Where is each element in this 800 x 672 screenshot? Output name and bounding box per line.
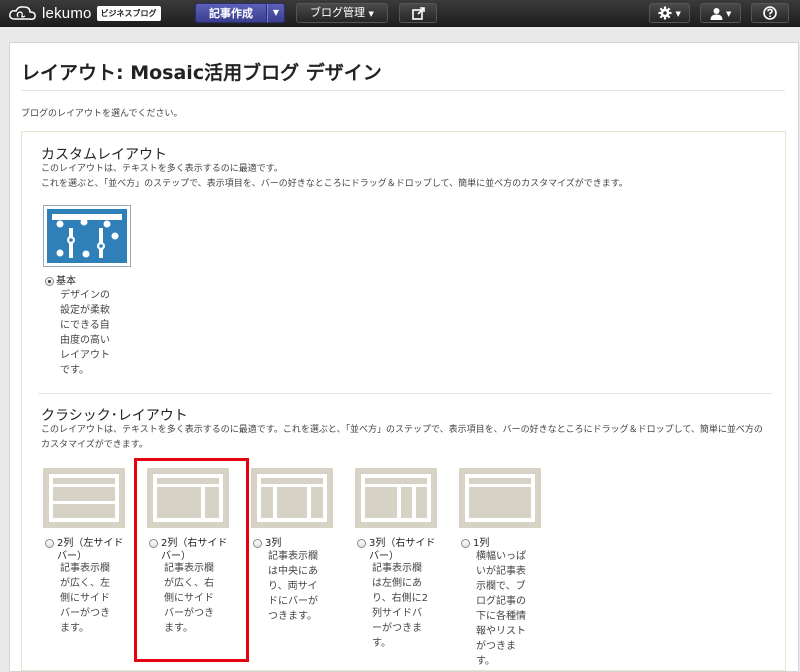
classic-layout-description: このレイアウトは、テキストを多く表示するのに最適です。これを選ぶと、「並べ方」の…	[41, 425, 763, 450]
layout-desc-3col-right: 記事表示欄は左側にあり、右側に2列サイドバーがつきます。	[372, 563, 428, 649]
layout-radio-1col[interactable]	[461, 539, 470, 548]
title-divider	[21, 90, 785, 91]
layout-radio-basic[interactable]	[45, 277, 54, 286]
classic-layout-heading: クラシック･レイアウト	[41, 408, 188, 424]
custom-layout-description: このレイアウトは、テキストを多く表示するのに最適です。 これを選ぶと、「並べ方」…	[41, 162, 781, 192]
layout-desc-2col-left: 記事表示欄が広く、左側にサイドバーがつきます。	[60, 563, 110, 634]
puzzle-layout-icon	[47, 209, 127, 263]
logo-text: lekumo	[42, 4, 92, 22]
layout-3col-right-icon	[361, 474, 431, 522]
caret-down-icon: ▼	[272, 8, 280, 17]
layout-2col-left-icon	[49, 474, 119, 522]
layout-thumb-3col[interactable]	[251, 468, 333, 528]
external-link-icon	[411, 6, 425, 20]
caret-down-icon: ▼	[726, 10, 732, 18]
user-icon	[710, 7, 723, 20]
custom-desc-line-2: これを選ぶと、「並べ方」のステップで、表示項目を、バーの好きなところにドラッグ＆…	[41, 179, 628, 189]
blog-menu-label: ブログ管理	[310, 6, 366, 19]
layout-thumb-3col-right[interactable]	[355, 468, 437, 528]
caret-down-icon: ▼	[675, 10, 681, 18]
caret-down-icon: ▼	[368, 10, 374, 18]
help-icon	[763, 6, 777, 20]
section-divider	[38, 393, 772, 394]
write-menu-dropdown[interactable]: ▼	[267, 3, 285, 23]
gear-icon	[658, 6, 672, 20]
layout-label-3col-right: 3列（右サイドバー）	[369, 538, 436, 562]
layout-desc-1col: 横幅いっぱいが記事表示欄で、ブログ記事の下に各種情報やリストがつきます。	[476, 551, 526, 667]
logo-badge: ビジネスブログ	[96, 5, 161, 21]
blog-management-menu[interactable]: ブログ管理 ▼	[296, 3, 388, 23]
layout-desc-basic: デザインの設定が柔軟にできる自由度の高いレイアウトです。	[60, 290, 110, 376]
layout-label-basic: 基本	[56, 276, 76, 287]
page-title: レイアウト: Mosaic活用ブログ デザイン	[21, 62, 382, 84]
selection-highlight-box	[134, 458, 249, 662]
view-site-button[interactable]	[399, 3, 437, 23]
intro-text: ブログのレイアウトを選んでください。	[21, 109, 183, 119]
custom-desc-line-1: このレイアウトは、テキストを多く表示するのに最適です。	[41, 164, 283, 174]
layout-radio-3col[interactable]	[253, 539, 262, 548]
layout-1col-icon	[465, 474, 535, 522]
custom-layout-thumbnail[interactable]	[43, 205, 131, 267]
write-entry-button[interactable]: 記事作成	[195, 3, 267, 23]
layout-label-2col-left: 2列（左サイドバー）	[57, 538, 124, 562]
lekumo-logo[interactable]: lekumo ビジネスブログ	[8, 3, 161, 23]
user-menu-button[interactable]: ▼	[700, 3, 741, 23]
custom-layout-heading: カスタムレイアウト	[41, 147, 167, 163]
cloud-logo-icon	[9, 6, 36, 20]
layout-desc-3col: 記事表示欄は中央にあり、両サイドにバーがつきます。	[268, 551, 318, 622]
help-button[interactable]	[751, 3, 789, 23]
layout-thumb-1col[interactable]	[459, 468, 541, 528]
layout-radio-2col-left[interactable]	[45, 539, 54, 548]
top-navigation-bar: lekumo ビジネスブログ 記事作成 ▼ ブログ管理 ▼ ▼ ▼	[0, 0, 800, 27]
layout-thumb-2col-left[interactable]	[43, 468, 125, 528]
layout-3col-icon	[257, 474, 327, 522]
layout-radio-3col-right[interactable]	[357, 539, 366, 548]
settings-menu-button[interactable]: ▼	[649, 3, 690, 23]
